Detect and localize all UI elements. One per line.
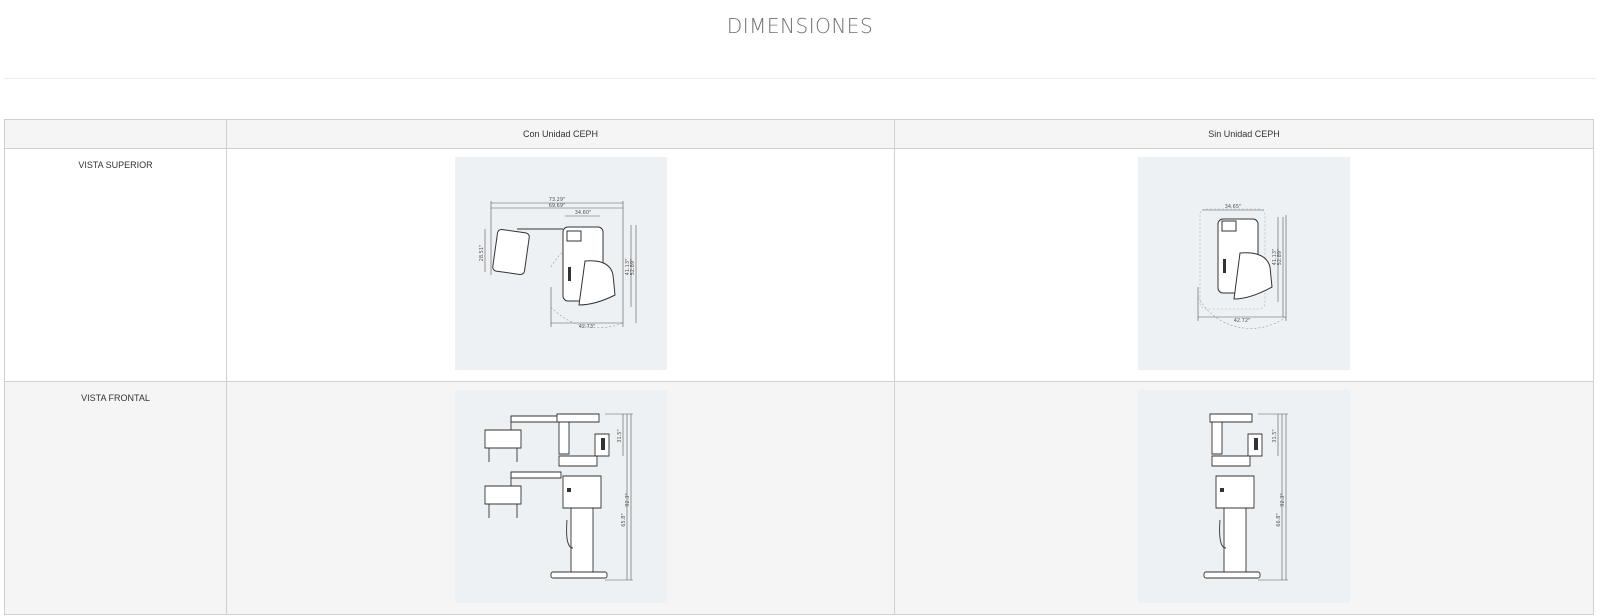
table-row-vista-frontal: VISTA FRONTAL 31.5" 92.3" 65.8" 31.5" 92… [4,381,1594,615]
table-row-vista-superior: VISTA SUPERIOR 73.29" 69.69" 34.60" 42.7… [4,148,1594,382]
dim-h-head: 31.5" [1272,429,1278,442]
dim-h-head: 31.5" [617,429,623,442]
dimensions-table: Con Unidad CEPH Sin Unidad CEPH VISTA SU… [4,119,1594,615]
top-view-ceph-svg: 73.29" 69.69" 34.60" 42.73" 28.51" 41.13… [479,197,667,330]
dim-h-total: 65.8" [621,513,627,526]
table-header-row: Con Unidad CEPH Sin Unidad CEPH [4,119,1594,149]
dim-d2: 52.89" [630,259,636,276]
dim-w-mid: 69.69" [548,203,565,209]
header-empty [4,119,227,149]
dim-h-col: 92.3" [1280,493,1286,506]
cell-top-ceph: 73.29" 69.69" 34.60" 42.73" 28.51" 41.13… [226,148,895,382]
cell-front-noceph: 31.5" 92.3" 66.8" [894,381,1594,615]
dim-w-base: 42.72" [1234,318,1251,324]
top-view-noceph-drawing[interactable]: 34.65" 42.72" 41.13" 52.89" [1138,157,1350,370]
title-divider [4,78,1596,79]
row-label-vista-superior: VISTA SUPERIOR [4,148,227,382]
top-view-ceph-drawing[interactable]: 73.29" 69.69" 34.60" 42.73" 28.51" 41.13… [454,157,667,370]
dim-w-base: 42.73" [578,324,595,330]
page-title: DIMENSIONES [726,14,874,38]
top-view-noceph-svg: 34.65" 42.72" 41.13" 52.89" [1138,204,1350,370]
dim-w-arm: 34.60" [574,210,591,216]
cell-top-noceph: 34.65" 42.72" 41.13" 52.89" [894,148,1594,382]
row-label-vista-frontal: VISTA FRONTAL [4,381,227,615]
dim-d2: 52.89" [1277,249,1283,266]
front-view-ceph-svg: 31.5" 92.3" 65.8" [455,390,667,603]
front-view-ceph-drawing[interactable]: 31.5" 92.3" 65.8" [454,390,667,603]
header-sin-ceph: Sin Unidad CEPH [894,119,1594,149]
front-view-noceph-svg: 31.5" 92.3" 66.8" [1138,390,1350,603]
dim-w-arm: 34.65" [1225,204,1242,210]
header-con-ceph: Con Unidad CEPH [226,119,895,149]
cell-front-ceph: 31.5" 92.3" 65.8" [226,381,895,615]
front-view-noceph-drawing[interactable]: 31.5" 92.3" 66.8" [1138,390,1350,603]
dim-h-total: 66.8" [1276,513,1282,526]
dim-h-panel: 28.51" [479,245,485,262]
dim-h-col: 92.3" [625,493,631,506]
